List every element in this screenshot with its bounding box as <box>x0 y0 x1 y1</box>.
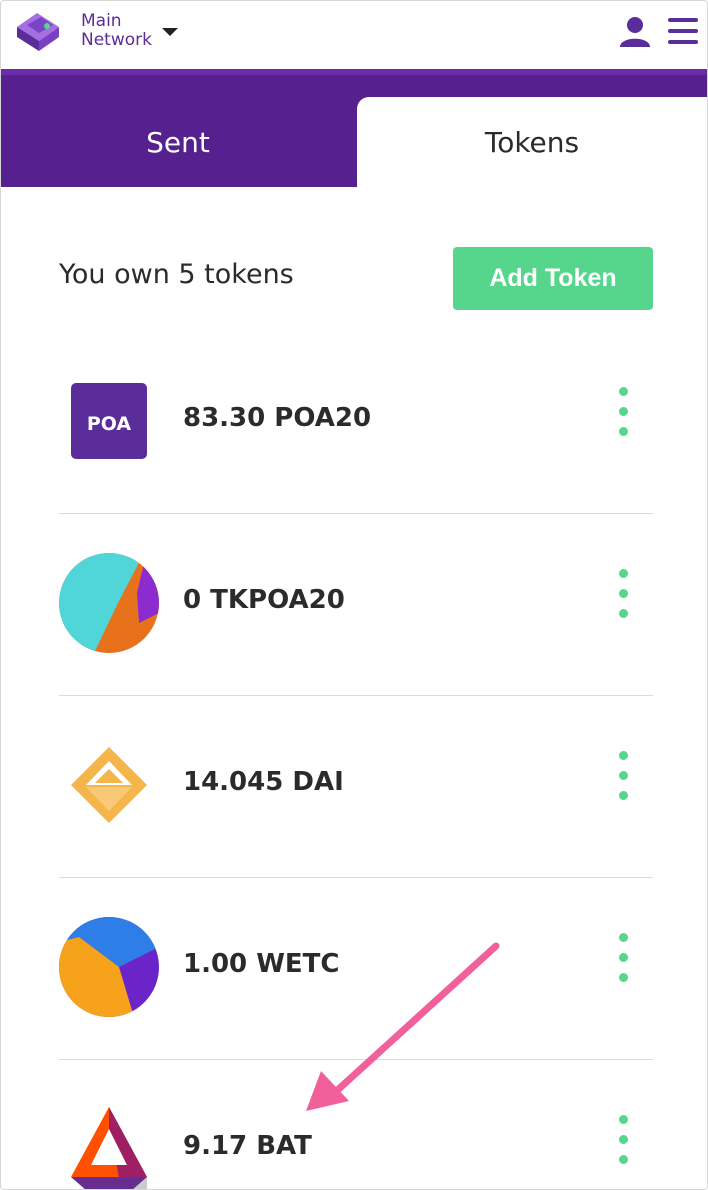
dai-logo-icon <box>71 747 147 823</box>
token-row-poa20[interactable]: POA 83.30 POA20 <box>59 331 653 514</box>
app-window: Main Network Sent Tokens You own 5 token… <box>0 0 708 1190</box>
token-row-tkpoa20[interactable]: 0 TKPOA20 <box>59 513 653 696</box>
token-balance: 9.17 BAT <box>183 1131 312 1161</box>
tab-sent[interactable]: Sent <box>1 97 355 187</box>
network-selector[interactable]: Main Network <box>81 12 152 50</box>
network-name-line1: Main <box>81 11 122 31</box>
token-balance: 83.30 POA20 <box>183 403 372 433</box>
token-row-dai[interactable]: 14.045 DAI <box>59 695 653 878</box>
network-name-line2: Network <box>81 30 152 50</box>
token-options-icon[interactable] <box>615 933 631 993</box>
identicon-icon <box>59 917 159 1017</box>
tab-tokens[interactable]: Tokens <box>357 97 707 187</box>
hamburger-menu-icon[interactable] <box>668 18 698 44</box>
token-options-icon[interactable] <box>615 387 631 447</box>
poa-logo-icon: POA <box>71 383 147 459</box>
identicon-icon <box>59 553 159 653</box>
svg-text:POA: POA <box>87 413 132 435</box>
top-bar: Main Network <box>1 1 707 69</box>
token-count-text: You own 5 tokens <box>59 259 294 290</box>
token-options-icon[interactable] <box>615 569 631 629</box>
tab-bar-accent <box>1 69 707 75</box>
chevron-down-icon[interactable] <box>162 28 178 36</box>
token-balance: 0 TKPOA20 <box>183 585 345 615</box>
add-token-button[interactable]: Add Token <box>453 247 653 310</box>
tab-bar: Sent Tokens <box>1 69 707 187</box>
token-balance: 1.00 WETC <box>183 949 340 979</box>
wallet-logo-icon[interactable] <box>13 9 65 53</box>
token-row-wetc[interactable]: 1.00 WETC <box>59 877 653 1060</box>
token-row-bat[interactable]: 9.17 BAT <box>59 1059 653 1189</box>
bat-logo-icon <box>71 1107 147 1189</box>
user-icon[interactable] <box>618 16 652 48</box>
token-options-icon[interactable] <box>615 1115 631 1175</box>
token-options-icon[interactable] <box>615 751 631 811</box>
token-balance: 14.045 DAI <box>183 767 344 797</box>
